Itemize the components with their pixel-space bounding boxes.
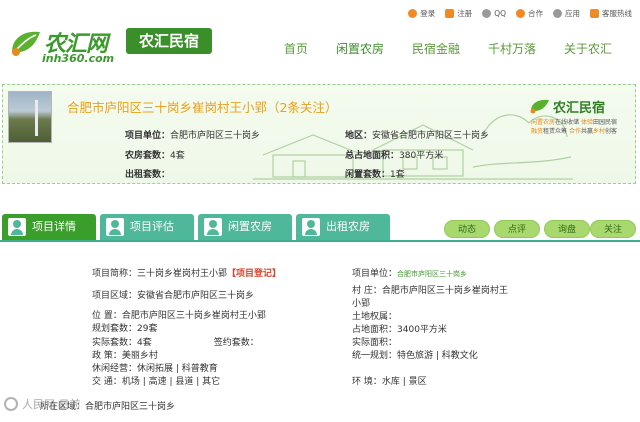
detail-village: 村 庄：合肥市庐阳区三十岗乡崔岗村王 [352, 286, 508, 296]
watermark-text: 人民网 日前 [22, 398, 81, 411]
registration-tag: 【项目登记】 [227, 269, 282, 279]
field-label: 项目单位： [125, 131, 171, 141]
detail-leisure: 休闲经营：休闲拓展 | 科普教育 [92, 364, 218, 374]
field-label: 闲置套数： [345, 170, 391, 180]
toplink-label: 注册 [457, 9, 473, 18]
project-banner: 合肥市庐阳区三十岗乡崔岗村王小郢（2条关注） 项目单位：合肥市庐阳区三十岗乡 地… [2, 84, 636, 184]
detail-project-unit: 项目单位：合肥市庐阳区三十岗乡 [352, 269, 468, 279]
banner-brand-logo: 农汇民宿 闲置农房在线收储 体验田园民宿 融资租赁众筹 合作共赢乡村创客 [529, 95, 625, 143]
detail-planned-units: 规划套数：29套 [92, 324, 158, 334]
hotline-link[interactable]: 客服热线 [590, 8, 632, 19]
detail-actual-units: 实际套数：4套 签约套数： [92, 338, 259, 348]
nav-idle-farmhouse[interactable]: 闲置农房 [322, 40, 398, 58]
nav-villages[interactable]: 千村万落 [474, 40, 550, 58]
login-link[interactable]: 登录 [408, 8, 435, 19]
field-value: 1套 [390, 170, 405, 180]
leaf-logo-icon [12, 31, 40, 56]
nav-home[interactable]: 首页 [270, 40, 322, 58]
field-farmhouse-count: 农房套数：4套 [125, 148, 185, 161]
project-photo[interactable] [8, 91, 52, 143]
user-icon [8, 218, 26, 236]
watermark: 人民网 日前 [4, 396, 81, 412]
share-icon [553, 9, 562, 18]
field-total-area: 总占地面积：380平方米 [345, 148, 443, 161]
qq-icon [482, 9, 492, 18]
nav-finance[interactable]: 民宿金融 [398, 40, 474, 58]
detail-land-rights: 土地权属： [352, 312, 398, 322]
top-links: 登录 注册 QQ 合作 应用 客服热线 [408, 8, 632, 19]
review-button[interactable]: 点评 [494, 220, 540, 238]
tab-label: 闲置农房 [228, 220, 272, 233]
toplink-label: QQ [494, 9, 506, 18]
user-icon [204, 218, 222, 236]
detail-region: 项目区域：安徽省合肥市庐阳区三十岗乡 [92, 291, 255, 301]
field-rented-count: 出租套数： [125, 167, 170, 180]
top-bar: 农汇网 inh360.com 农汇民宿 登录 注册 QQ 合作 应用 客服热线 … [0, 0, 640, 86]
user-icon [302, 218, 320, 236]
app-link[interactable]: 应用 [553, 8, 580, 19]
field-label: 地区： [345, 131, 373, 141]
detail-village-cont: 小郢 [352, 299, 371, 309]
detail-short-name: 项目简称：三十岗乡崔岗村王小郢【项目登记】 [92, 269, 282, 279]
detail-policy: 政 策：美丽乡村 [92, 351, 158, 361]
tab-label: 项目详情 [32, 220, 76, 233]
field-project-unit: 项目单位：合肥市庐阳区三十岗乡 [125, 128, 260, 141]
inquiry-button[interactable]: 询盘 [544, 220, 590, 238]
user-icon [408, 9, 418, 18]
leaf-logo-icon [530, 99, 549, 114]
tab-project-assessment[interactable]: 项目评估 [100, 214, 194, 240]
tab-idle-farmhouse[interactable]: 闲置农房 [198, 214, 292, 240]
bell-icon [590, 9, 599, 18]
tab-project-details[interactable]: 项目详情 [2, 214, 96, 240]
detail-land-area: 占地面积：3400平方米 [352, 325, 447, 335]
toplink-label: 应用 [565, 9, 580, 18]
tree-shape [35, 100, 38, 136]
logo-domain: inh360.com [42, 52, 115, 65]
toplink-label: 合作 [528, 9, 543, 18]
banner-brand-slogan-1: 闲置农房在线收储 体验田园民宿 [531, 119, 618, 126]
detail-actual-area: 实际面积： [352, 338, 398, 348]
toplink-label: 客服热线 [602, 9, 632, 18]
user-icon [106, 218, 124, 236]
tab-label: 项目评估 [130, 220, 174, 233]
detail-transport: 交 通：机场 | 高速 | 县道 | 其它 [92, 377, 221, 387]
register-link[interactable]: 注册 [445, 8, 472, 19]
field-label: 总占地面积： [345, 151, 400, 161]
tab-rented-farmhouse[interactable]: 出租农房 [296, 214, 390, 240]
banner-brand-name: 农汇民宿 [553, 101, 606, 116]
cooperate-icon [516, 9, 525, 18]
project-title[interactable]: 合肥市庐阳区三十岗乡崔岗村王小郢（2条关注） [67, 97, 337, 116]
field-value: 安徽省合肥市庐阳区三十岗乡 [372, 131, 490, 141]
field-value: 380平方米 [399, 151, 444, 161]
edit-icon [445, 9, 455, 18]
qq-link[interactable]: QQ [482, 9, 506, 18]
banner-brand-slogan-2: 融资租赁众筹 合作共赢乡村创客 [531, 128, 618, 135]
nav-about[interactable]: 关于农汇 [550, 40, 626, 58]
news-button[interactable]: 动态 [444, 220, 490, 238]
field-region: 地区：安徽省合肥市庐阳区三十岗乡 [345, 128, 489, 141]
project-tabs: 项目详情 项目评估 闲置农房 出租农房 动态 点评 询盘 关注 [0, 214, 640, 242]
detail-unified-plan: 统一规划：特色旅游 | 科教文化 [352, 351, 478, 361]
main-nav: 首页 闲置农房 民宿金融 千村万落 关于农汇 [270, 40, 626, 58]
follow-button[interactable]: 关注 [590, 220, 636, 238]
project-details: 项目简称：三十岗乡崔岗村王小郢【项目登记】 项目区域：安徽省合肥市庐阳区三十岗乡… [0, 246, 640, 422]
toplink-label: 登录 [420, 9, 436, 18]
tab-label: 出租农房 [326, 220, 370, 233]
field-value: 合肥市庐阳区三十岗乡 [170, 131, 261, 141]
cooperate-link[interactable]: 合作 [516, 8, 543, 19]
site-logo[interactable]: 农汇网 inh360.com [8, 24, 128, 68]
watermark-logo-icon [4, 397, 18, 411]
field-idle-count: 闲置套数：1套 [345, 167, 405, 180]
field-value: 4套 [170, 151, 185, 161]
detail-location: 位 置：合肥市庐阳区三十岗乡崔岗村王小郢 [92, 311, 266, 321]
field-label: 农房套数： [125, 151, 171, 161]
detail-environment: 环 境：水库 | 景区 [352, 377, 427, 387]
field-label: 出租套数： [125, 170, 171, 180]
brand-badge[interactable]: 农汇民宿 [126, 28, 212, 54]
